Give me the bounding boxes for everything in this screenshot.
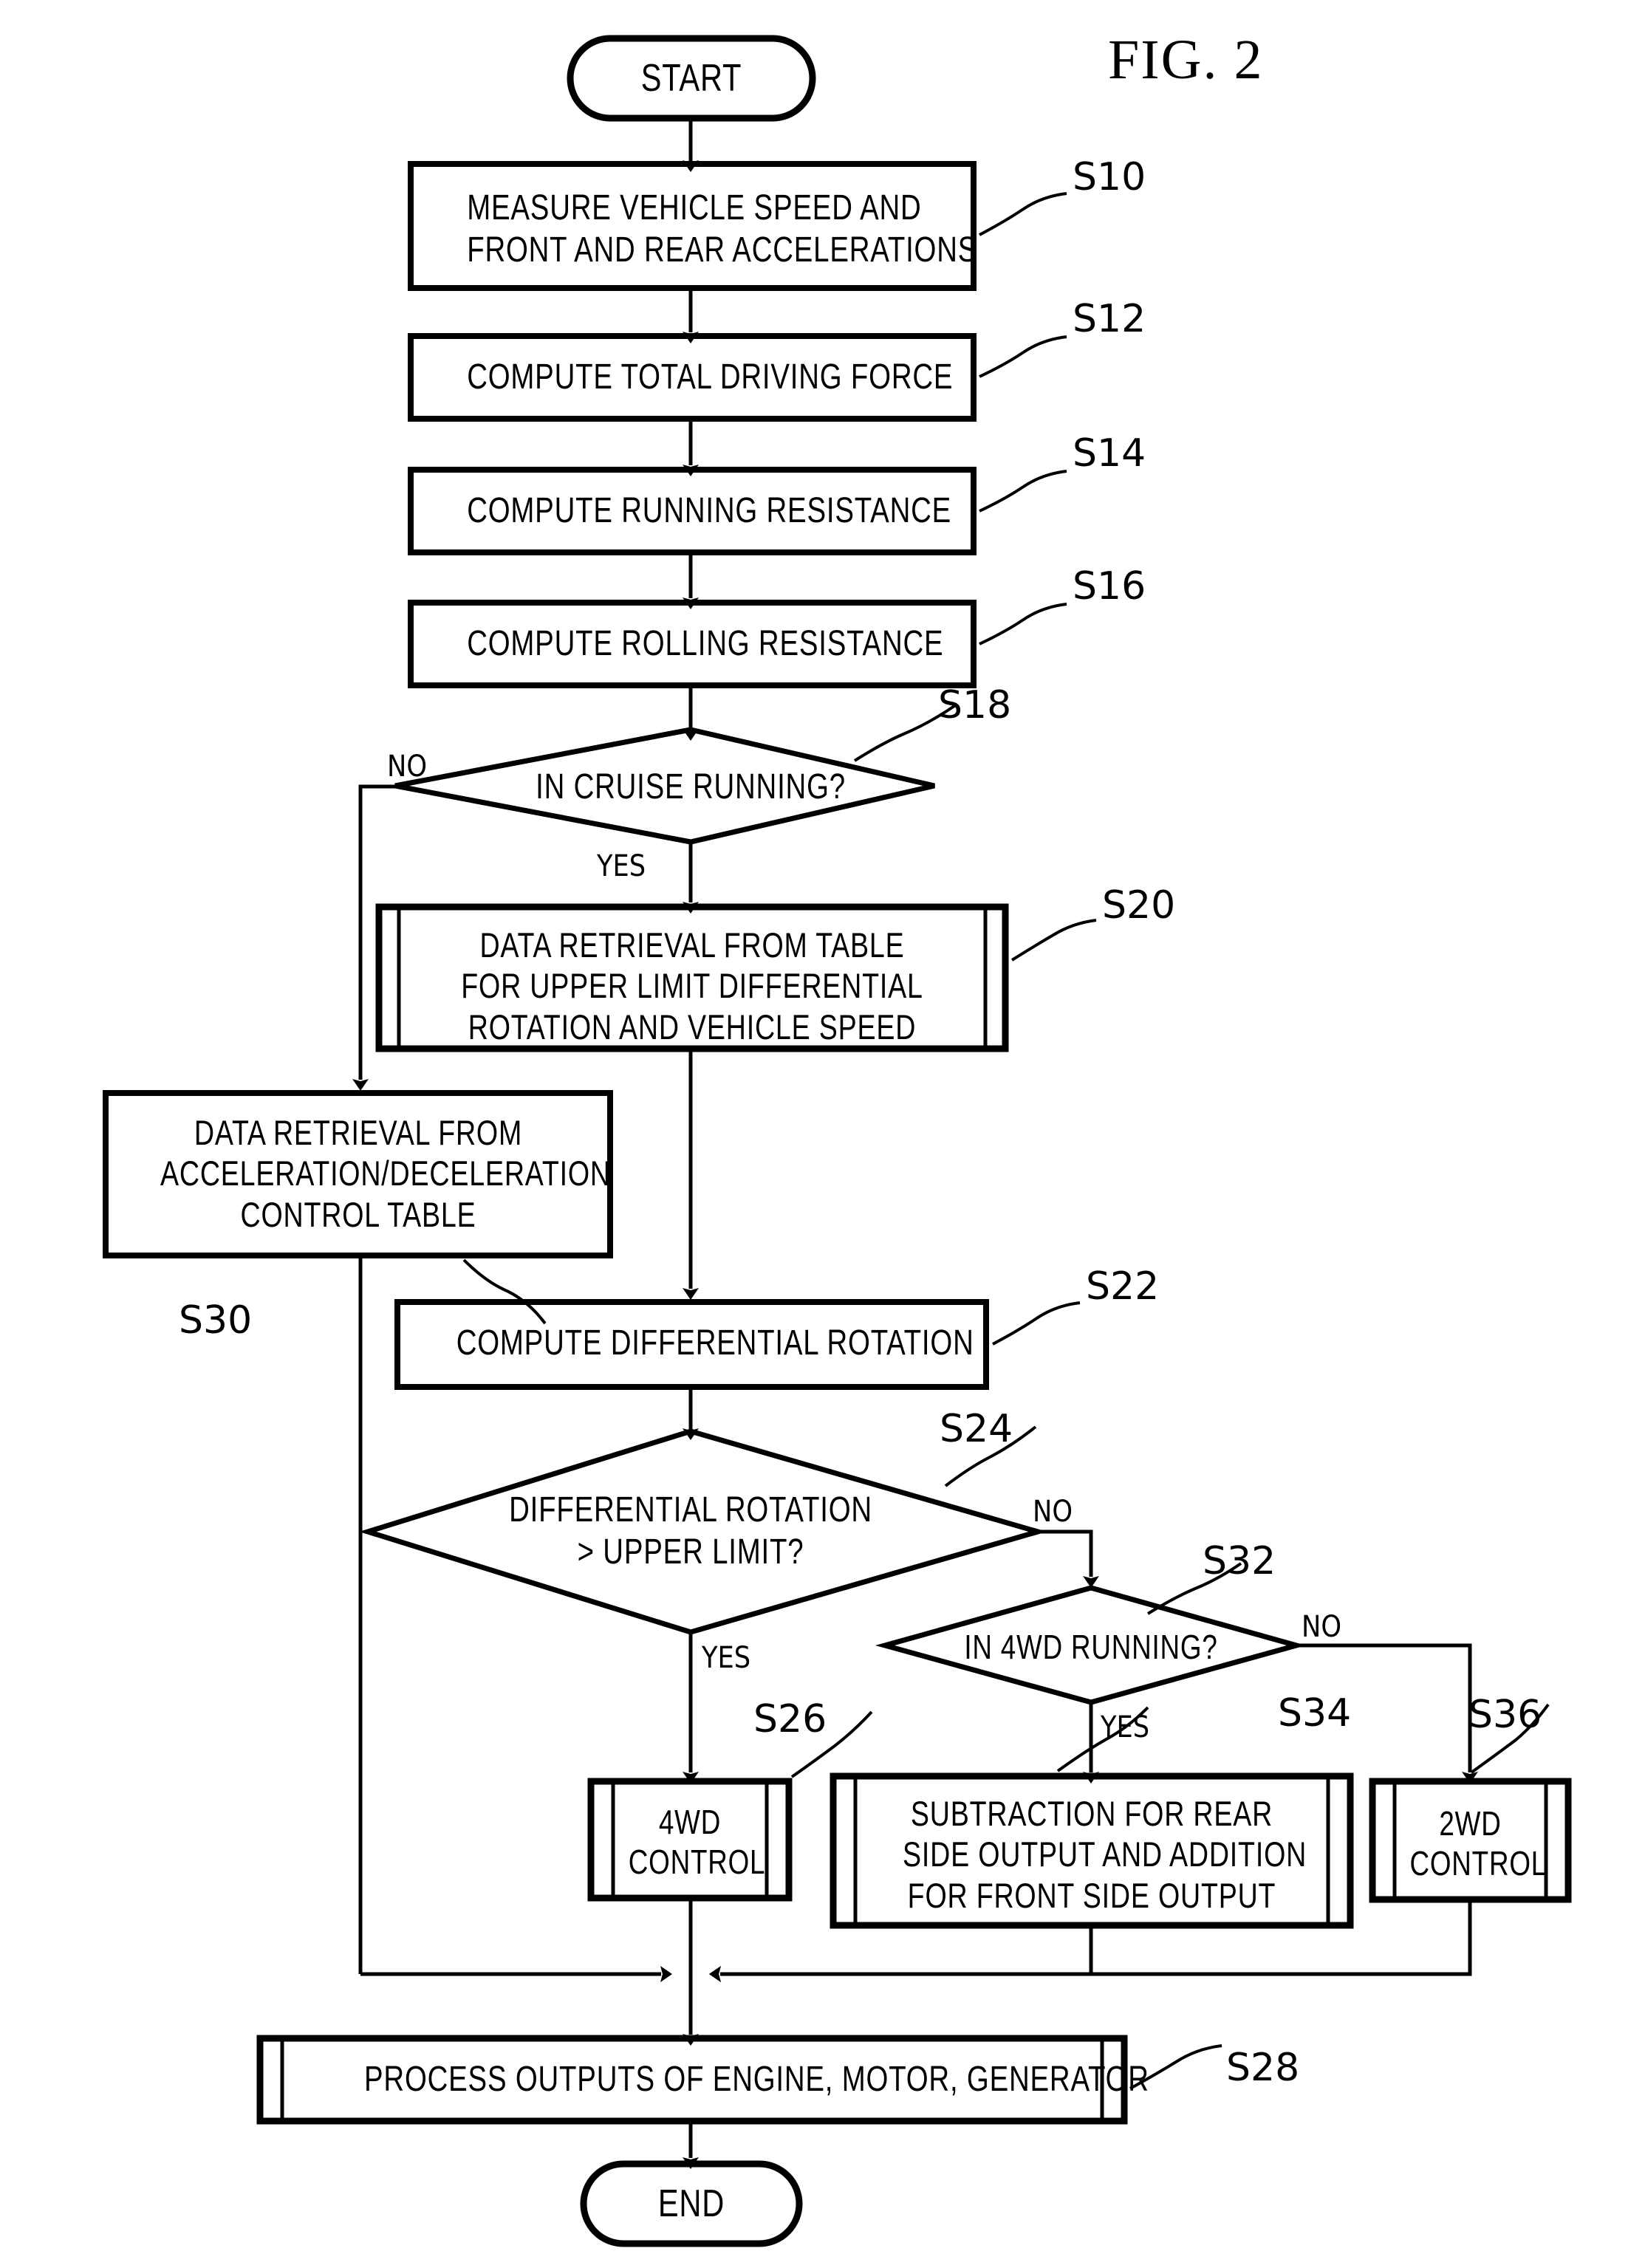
leader-s20 bbox=[1010, 919, 1097, 962]
leader-s10 bbox=[979, 192, 1067, 236]
branch-label-s18-no: NO bbox=[387, 750, 428, 784]
box-s30-label: DATA RETRIEVAL FROM ACCELERATION/DECELER… bbox=[160, 1113, 611, 1234]
step-label-s12: S12 bbox=[1073, 297, 1146, 341]
branch-label-s24-yes: YES bbox=[702, 1641, 751, 1675]
step-label-s34: S34 bbox=[1278, 1691, 1352, 1736]
step-label-s16: S16 bbox=[1073, 564, 1146, 609]
patent-figure-page: FIG. 2 START END MEASURE VEHICLE SPEED A… bbox=[0, 0, 1645, 2268]
branch-label-s24-no: NO bbox=[1033, 1495, 1073, 1529]
box-s28-label: PROCESS OUTPUTS OF ENGINE, MOTOR, GENERA… bbox=[364, 2060, 1149, 2099]
leader-s22 bbox=[992, 1301, 1081, 1346]
box-s22-label: COMPUTE DIFFERENTIAL ROTATION bbox=[456, 1323, 974, 1363]
box-s34-label: SUBTRACTION FOR REAR SIDE OUTPUT AND ADD… bbox=[903, 1794, 1307, 1915]
step-label-s10: S10 bbox=[1073, 155, 1146, 199]
branch-label-s32-yes: YES bbox=[1101, 1710, 1150, 1744]
box-s16-label: COMPUTE ROLLING RESISTANCE bbox=[467, 624, 944, 663]
box-s20-label: DATA RETRIEVAL FROM TABLE FOR UPPER LIMI… bbox=[461, 925, 923, 1046]
edge-s34-merge bbox=[709, 1922, 1093, 1982]
step-label-s36: S36 bbox=[1468, 1693, 1542, 1737]
box-s12-label: COMPUTE TOTAL DRIVING FORCE bbox=[467, 357, 954, 397]
box-s26-label: 4WD CONTROL bbox=[628, 1803, 766, 1882]
step-label-s28: S28 bbox=[1226, 2046, 1300, 2090]
step-label-s22: S22 bbox=[1086, 1264, 1160, 1309]
box-s36-label: 2WD CONTROL bbox=[1409, 1804, 1547, 1883]
branch-label-s18-yes: YES bbox=[597, 849, 646, 883]
leader-s30 bbox=[462, 1258, 547, 1325]
step-label-s18: S18 bbox=[938, 683, 1012, 727]
leader-s16 bbox=[979, 603, 1067, 645]
diamond-s24-label: DIFFERENTIAL ROTATION > UPPER LIMIT? bbox=[509, 1490, 872, 1572]
step-label-s20: S20 bbox=[1102, 883, 1176, 928]
edge-s24-no-s32 bbox=[1038, 1529, 1099, 1588]
step-label-s24: S24 bbox=[940, 1407, 1013, 1451]
terminator-start-label: START bbox=[640, 57, 742, 100]
step-label-s32: S32 bbox=[1203, 1539, 1276, 1583]
terminator-end-label: END bbox=[657, 2182, 725, 2225]
branch-label-s32-no: NO bbox=[1302, 1610, 1342, 1644]
box-s10-label: MEASURE VEHICLE SPEED AND FRONT AND REAR… bbox=[467, 188, 978, 270]
step-label-s30: S30 bbox=[179, 1298, 253, 1343]
leader-s14 bbox=[979, 470, 1067, 513]
figure-title: FIG. 2 bbox=[1108, 29, 1264, 91]
diamond-s18-label: IN CRUISE RUNNING? bbox=[536, 767, 846, 806]
step-label-s14: S14 bbox=[1073, 431, 1146, 476]
box-s14-label: COMPUTE RUNNING RESISTANCE bbox=[467, 491, 952, 530]
diamond-s32-label: IN 4WD RUNNING? bbox=[964, 1628, 1218, 1666]
step-label-s26: S26 bbox=[753, 1697, 827, 1741]
leader-s12 bbox=[979, 335, 1067, 378]
